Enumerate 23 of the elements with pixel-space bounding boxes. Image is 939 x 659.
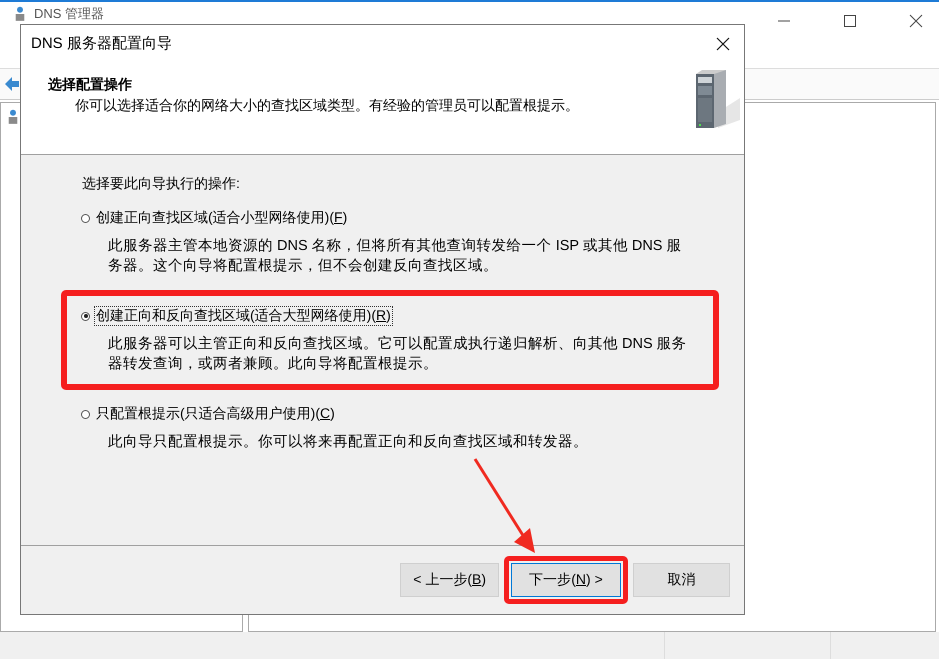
- wizard-button[interactable]: < 上一步(B): [400, 563, 499, 597]
- option-label[interactable]: 只配置根提示(只适合高级用户使用)(C): [94, 404, 337, 424]
- dns-server-icon: [14, 6, 26, 22]
- radio-button[interactable]: [81, 214, 90, 222]
- page-heading: 选择配置操作: [48, 76, 133, 94]
- maximize-icon[interactable]: [843, 14, 857, 28]
- dns-server-icon: [7, 109, 19, 125]
- window-title: DNS 管理器: [34, 6, 104, 21]
- wizard-button[interactable]: 下一步(N) >: [511, 563, 621, 597]
- radio-button[interactable]: [81, 312, 90, 320]
- page-subtitle: 你可以选择适合你的网络大小的查找区域类型。有经验的管理员可以配置根提示。: [74, 97, 579, 115]
- option-description: 此服务器可以主管正向和反向查找区域。它可以配置成执行递归解析、向其他 DNS 服务器转发查询，或两者兼顾。此向导将配置根提示。: [108, 334, 688, 374]
- option-label[interactable]: 创建正向查找区域(适合小型网络使用)(F): [94, 208, 350, 228]
- dialog-title: DNS 服务器配置向导: [31, 34, 172, 53]
- wizard-button[interactable]: 取消: [633, 563, 730, 597]
- close-icon[interactable]: [909, 14, 923, 28]
- close-icon[interactable]: [716, 36, 730, 50]
- option-label[interactable]: 创建正向和反向查找区域(适合大型网络使用)(R): [94, 306, 393, 326]
- radio-button[interactable]: [81, 410, 90, 418]
- option-description: 此服务器主管本地资源的 DNS 名称，但将所有其他查询转发给一个 ISP 或其他 DNS 服务器。这个向导将配置根提示，但不会创建反向查找区域。: [108, 236, 683, 276]
- prompt-text: 选择要此向导执行的操作:: [82, 175, 241, 193]
- option-description: 此向导只配置根提示。你可以将来再配置正向和反向查找区域和转发器。: [108, 433, 589, 452]
- back-arrow-icon[interactable]: [4, 76, 20, 92]
